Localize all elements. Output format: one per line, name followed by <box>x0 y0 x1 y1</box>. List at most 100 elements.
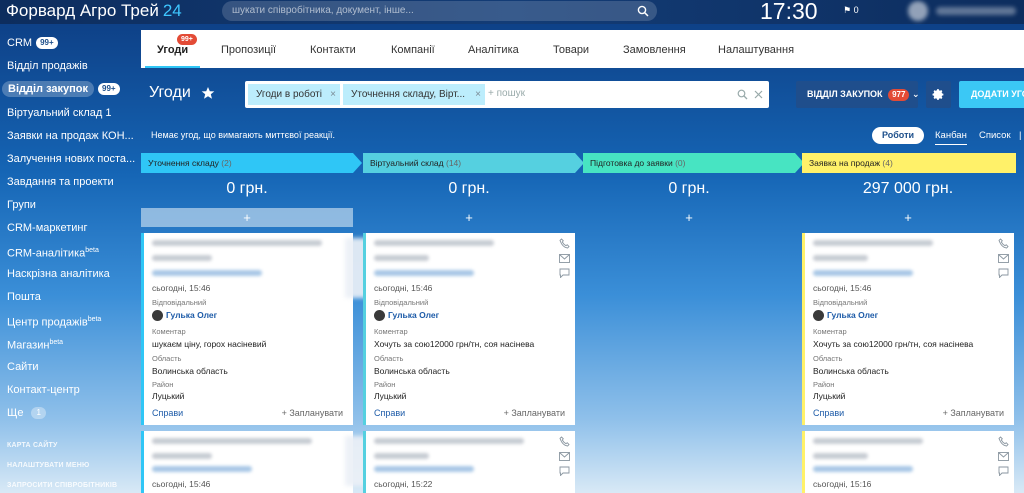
mail-icon[interactable] <box>998 254 1009 263</box>
kanban-stage[interactable]: Підготовка до заявки (0) <box>583 153 804 173</box>
responsible-person[interactable]: Гулька Олег <box>152 310 217 322</box>
responsible-person[interactable]: Гулька Олег <box>813 310 878 322</box>
sidebar-item-end-to-end-analytics[interactable]: Наскрізна аналітика <box>0 263 141 285</box>
tab-orders[interactable]: Замовлення <box>623 30 686 68</box>
invite-employees-link[interactable]: ЗАПРОСИТИ СПІВРОБІТНИКІВ <box>7 482 117 489</box>
phone-icon[interactable] <box>998 238 1009 249</box>
quick-add-button[interactable]: + <box>583 208 795 227</box>
quick-add-button[interactable]: + <box>363 208 575 227</box>
deal-card[interactable]: сьогодні, 15:22 <box>363 431 575 493</box>
chat-icon[interactable] <box>559 268 570 278</box>
activities-link[interactable]: Справи <box>374 408 405 418</box>
schedule-link[interactable]: + Запланувати <box>282 408 343 418</box>
tab-settings[interactable]: Налаштування <box>718 30 794 68</box>
sidebar-item-store[interactable]: Магазинbeta <box>0 332 141 354</box>
sidebar-item-contact-center[interactable]: Контакт-центр <box>0 379 141 401</box>
settings-button[interactable] <box>926 81 951 108</box>
tab-deals[interactable]: Угоди 99+ <box>144 30 201 68</box>
activities-link[interactable]: Справи <box>152 408 183 418</box>
sidebar-item-label: Відділ продажів <box>7 60 88 72</box>
responsible-person[interactable]: Гулька Олег <box>374 310 439 322</box>
filter-chip[interactable]: Угоди в роботі × <box>248 84 340 105</box>
search-icon[interactable] <box>737 89 748 100</box>
sidebar-item-sites[interactable]: Сайти <box>0 356 141 378</box>
star-icon[interactable] <box>201 86 215 100</box>
sidebar-item-new-suppliers[interactable]: Залучення нових поста... <box>0 148 141 170</box>
field-label: Область <box>813 354 843 363</box>
stage-count: (14) <box>446 158 462 168</box>
deal-card[interactable]: сьогодні, 15:46 Відповідальний Гулька Ол… <box>802 233 1014 425</box>
sidebar-item-procurement[interactable]: Відділ закупок 99+ <box>0 78 141 100</box>
chat-icon[interactable] <box>998 466 1009 476</box>
activities-link[interactable]: Справи <box>813 408 844 418</box>
deal-card[interactable]: сьогодні, 15:46 Відповідальний Гулька Ол… <box>141 233 353 425</box>
sidebar-item-sales[interactable]: Відділ продажів <box>0 55 141 77</box>
stage-title: Заявка на продаж <box>809 158 881 168</box>
tab-contacts[interactable]: Контакти <box>310 30 356 68</box>
close-icon[interactable] <box>753 89 764 100</box>
global-search-input[interactable]: шукати співробітника, документ, інше... <box>222 1 657 21</box>
counter-badge: 977 <box>888 89 910 101</box>
sidebar-item-groups[interactable]: Групи <box>0 194 141 216</box>
gear-icon <box>932 89 944 100</box>
stage-title: Підготовка до заявки <box>590 158 673 168</box>
schedule-link[interactable]: + Запланувати <box>504 408 565 418</box>
deal-date: сьогодні, 15:46 <box>813 283 872 293</box>
close-icon[interactable]: × <box>475 84 481 105</box>
sidebar-item-crm[interactable]: CRM 99+ <box>0 32 141 54</box>
filter-search-placeholder[interactable]: + пошук <box>488 88 525 99</box>
stage-count: (2) <box>221 158 232 168</box>
mail-icon[interactable] <box>559 452 570 461</box>
mail-icon[interactable] <box>998 452 1009 461</box>
deal-card[interactable]: сьогодні, 15:16 <box>802 431 1014 493</box>
avatar <box>908 1 928 21</box>
chat-icon[interactable] <box>559 466 570 476</box>
quick-add-button[interactable]: + <box>802 208 1014 227</box>
tab-proposals[interactable]: Пропозиції <box>221 30 276 68</box>
configure-menu-link[interactable]: НАЛАШТУВАТИ МЕНЮ <box>7 462 89 469</box>
add-deal-button[interactable]: ДОДАТИ УГО <box>959 81 1024 108</box>
sidebar-item-mail[interactable]: Пошта <box>0 286 141 308</box>
sidebar-item-more[interactable]: Ще 1 <box>0 402 141 424</box>
plus-icon: + <box>243 210 251 225</box>
schedule-link[interactable]: + Запланувати <box>943 408 1004 418</box>
sidebar-item-tasks[interactable]: Завдання та проекти <box>0 171 141 193</box>
flag-counter[interactable]: ⚑ 0 <box>843 5 859 16</box>
tab-companies[interactable]: Компанії <box>391 30 435 68</box>
phone-icon[interactable] <box>559 238 570 249</box>
view-kanban[interactable]: Канбан <box>935 130 967 145</box>
sidebar-item-virtual-warehouse[interactable]: Віртуальний склад 1 <box>0 102 141 124</box>
view-list[interactable]: Список <box>979 130 1011 141</box>
filter-chip[interactable]: Уточнення складу, Вірт... × <box>343 84 485 105</box>
clock[interactable]: 17:30 <box>760 0 818 25</box>
category-select-button[interactable]: ВІДДІЛ ЗАКУПОК 977 ⌄ <box>796 81 920 108</box>
user-menu[interactable] <box>908 1 1018 21</box>
chat-icon[interactable] <box>998 268 1009 278</box>
avatar <box>374 310 385 322</box>
tab-products[interactable]: Товари <box>553 30 589 68</box>
sidebar-item-crm-analytics[interactable]: CRM-аналітикаbeta <box>0 240 141 262</box>
sidebar-item-sales-center[interactable]: Центр продажівbeta <box>0 309 141 331</box>
search-icon[interactable] <box>637 5 649 17</box>
kanban-stage[interactable]: Уточнення складу (2) <box>141 153 362 173</box>
app-logo[interactable]: Форвард Агро Трей 24 <box>6 1 182 21</box>
sidebar-item-crm-marketing[interactable]: CRM-маркетинг <box>0 217 141 239</box>
quick-add-button[interactable]: + <box>141 208 353 227</box>
kanban-stage[interactable]: Віртуальний склад (14) <box>363 153 584 173</box>
phone-icon[interactable] <box>998 436 1009 447</box>
sitemap-link[interactable]: КАРТА САЙТУ <box>7 442 58 449</box>
view-more[interactable]: | <box>1019 130 1021 141</box>
filter-search[interactable]: Угоди в роботі × Уточнення складу, Вірт..… <box>245 81 769 108</box>
deal-title-blurred <box>152 240 322 246</box>
left-menu: CRM 99+ Відділ продажів Відділ закупок 99+… <box>0 24 141 493</box>
deal-title-blurred <box>374 438 524 444</box>
works-button[interactable]: Роботи <box>872 127 924 144</box>
tab-analytics[interactable]: Аналітика <box>468 30 519 68</box>
mail-icon[interactable] <box>559 254 570 263</box>
close-icon[interactable]: × <box>330 84 336 105</box>
deal-card[interactable]: сьогодні, 15:46 Відповідальний Гулька Ол… <box>363 233 575 425</box>
deal-card[interactable]: сьогодні, 15:46 <box>141 431 353 493</box>
kanban-stage[interactable]: Заявка на продаж (4) <box>802 153 1016 173</box>
phone-icon[interactable] <box>559 436 570 447</box>
sidebar-item-sale-requests[interactable]: Заявки на продаж КОН... <box>0 125 141 147</box>
